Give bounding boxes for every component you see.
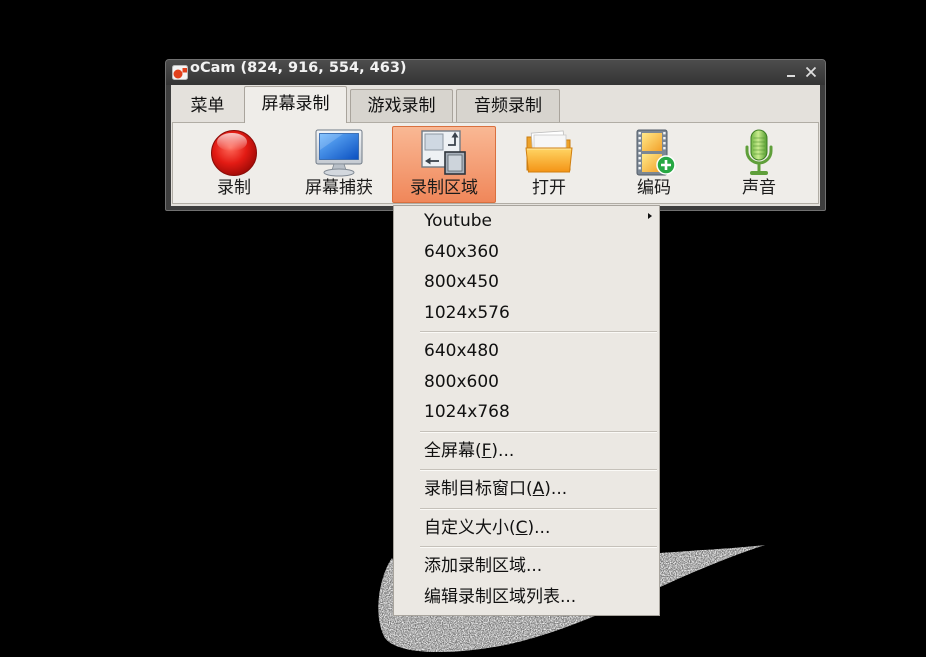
menu-item-label: 录制目标窗口(	[424, 479, 533, 499]
ocam-window: oCam (824, 916, 554, 463) 菜单 屏幕录制 游戏录制 音…	[165, 59, 826, 211]
menu-separator	[394, 505, 659, 513]
menu-item-label: 640x360	[424, 241, 499, 262]
menu-item-label-suffix: )...	[491, 440, 515, 461]
title-bar[interactable]: oCam (824, 916, 554, 463)	[166, 60, 825, 85]
mnemonic-key: A	[532, 479, 545, 499]
menu-item-1024x768[interactable]: 1024x768	[394, 397, 659, 428]
menu-item-label: 自定义大小(	[424, 517, 516, 538]
mnemonic-key: F	[481, 440, 492, 461]
film-add-icon	[636, 129, 676, 176]
record-button[interactable]: 录制	[182, 126, 286, 203]
record-area-button[interactable]: 录制区域	[392, 126, 496, 203]
codec-button-label: 编码	[637, 178, 671, 198]
menu-separator	[394, 428, 659, 436]
monitor-icon	[315, 129, 363, 177]
menu-item-640x360[interactable]: 640x360	[394, 237, 659, 268]
open-button[interactable]: 打开	[497, 126, 601, 203]
menu-separator	[394, 328, 659, 336]
menu-item-fullscreen[interactable]: 全屏幕(F)...	[394, 436, 659, 467]
tab-label: 音频录制	[474, 96, 542, 116]
mnemonic-key: C	[515, 517, 528, 538]
submenu-arrow-icon	[648, 213, 652, 219]
record-area-icon	[421, 130, 466, 175]
record-button-label: 录制	[217, 178, 251, 198]
screen-capture-button[interactable]: 屏幕捕获	[287, 126, 391, 203]
tab-label: 屏幕录制	[261, 94, 330, 114]
menu-item-label: 800x600	[424, 371, 499, 392]
menu-item-label-suffix: )...	[544, 479, 568, 499]
menu-item-640x480[interactable]: 640x480	[394, 336, 659, 367]
menu-item-1024x576[interactable]: 1024x576	[394, 298, 659, 329]
menu-item-target-window[interactable]: 录制目标窗口(A)...	[394, 474, 659, 505]
ocam-app-icon	[172, 65, 188, 80]
screen-capture-button-label: 屏幕捕获	[305, 178, 373, 198]
record-area-dropdown-menu: Youtube 640x360 800x450 1024x576 640x480…	[393, 205, 660, 616]
tab-label: 游戏录制	[367, 96, 436, 116]
menu-item-label: 编辑录制区域列表...	[424, 586, 577, 607]
client-area: 菜单 屏幕录制 游戏录制 音频录制 录制 屏幕捕获 录制区域 打开 编码 声音	[171, 85, 820, 206]
tab-screen-recording[interactable]: 屏幕录制	[244, 86, 347, 123]
close-icon	[805, 66, 817, 78]
tab-game-recording[interactable]: 游戏录制	[350, 89, 453, 122]
close-button[interactable]	[803, 65, 818, 80]
record-area-button-label: 录制区域	[410, 178, 478, 198]
menu-item-label: 800x450	[424, 272, 499, 292]
menu-item-custom-size[interactable]: 自定义大小(C)...	[394, 513, 659, 544]
menu-separator	[394, 466, 659, 474]
tab-audio-recording[interactable]: 音频录制	[456, 89, 560, 122]
menu-item-label: 640x480	[424, 341, 499, 361]
menu-item-label: 1024x768	[424, 402, 510, 422]
menu-item-add-region[interactable]: 添加录制区域...	[394, 551, 659, 582]
menu-separator	[394, 543, 659, 551]
microphone-icon	[745, 129, 773, 175]
open-button-label: 打开	[532, 178, 566, 198]
menu-item-label: 添加录制区域...	[424, 556, 543, 576]
sound-button[interactable]: 声音	[707, 126, 811, 203]
menu-item-label: 全屏幕(	[424, 440, 482, 461]
tab-menu[interactable]: 菜单	[173, 89, 242, 122]
menu-item-800x450[interactable]: 800x450	[394, 267, 659, 298]
record-icon	[211, 130, 257, 176]
menu-item-label: Youtube	[424, 211, 492, 231]
menu-item-label-suffix: )...	[527, 517, 551, 538]
minimize-button[interactable]	[784, 65, 799, 80]
tab-label: 菜单	[190, 96, 225, 116]
sound-button-label: 声音	[742, 178, 776, 198]
menu-item-youtube[interactable]: Youtube	[394, 206, 659, 237]
menu-item-edit-region-list[interactable]: 编辑录制区域列表...	[394, 582, 659, 613]
window-title: oCam (824, 916, 554, 463)	[190, 60, 407, 76]
toolbar-panel: 录制 屏幕捕获 录制区域 打开 编码 声音	[172, 122, 819, 204]
minimize-icon	[787, 75, 795, 77]
menu-item-label: 1024x576	[424, 302, 510, 323]
codec-button[interactable]: 编码	[602, 126, 706, 203]
menu-item-800x600[interactable]: 800x600	[394, 367, 659, 398]
folder-icon	[525, 130, 573, 173]
